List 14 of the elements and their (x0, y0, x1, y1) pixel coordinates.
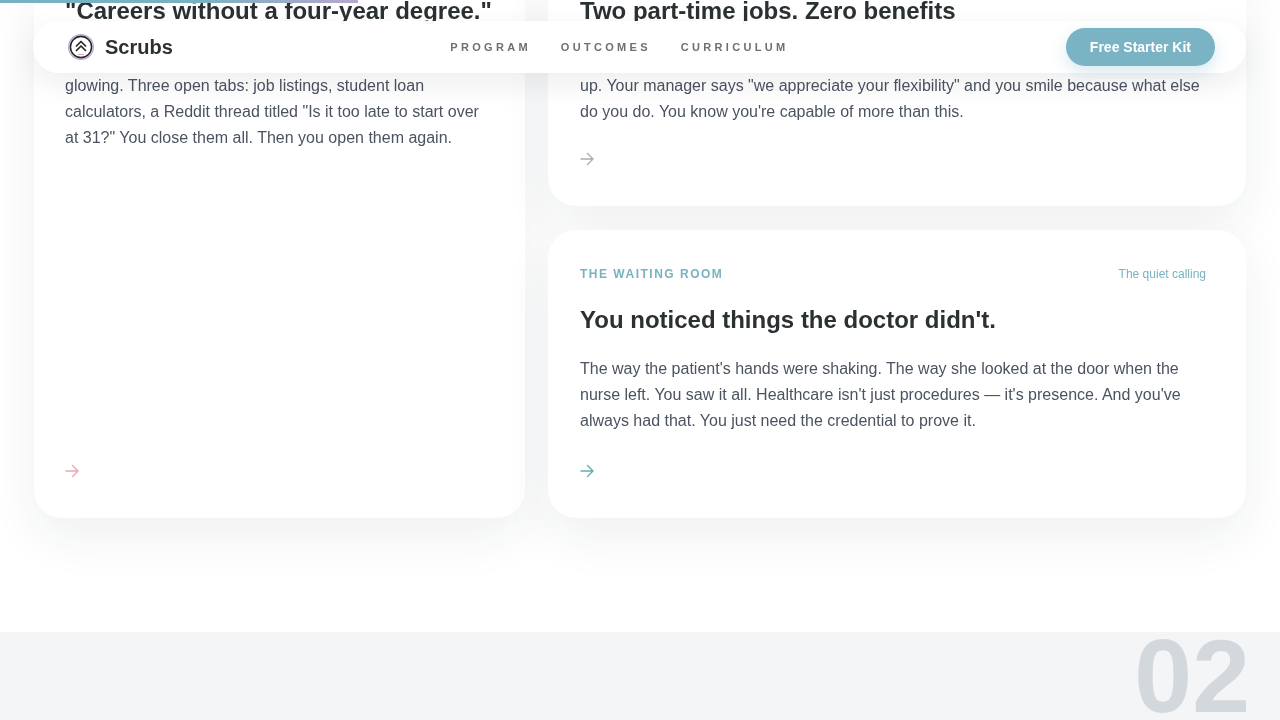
arrow-icon[interactable] (65, 464, 79, 478)
card-text: glowing. Three open tabs: job listings, student loan calculators, a Reddit thread titled "Is it too late to start over at 31?" You close them all. Then you open them again. (65, 76, 480, 148)
arrow-icon[interactable] (580, 152, 594, 166)
card-text: up. Your manager says "we appreciate your flexibility" and you smile because what else do you do. You know you're capable of more than this. (580, 76, 1201, 122)
arrow-icon[interactable] (580, 464, 594, 478)
brand-name[interactable]: Scrubs (105, 35, 173, 59)
nav-link[interactable]: CURRICULUM (680, 41, 789, 53)
card-eyebrow: THE WAITING ROOM (580, 266, 724, 282)
card-caption: The quiet calling (1118, 266, 1206, 282)
card-text: The way the patient's hands were shaking. The way she looked at the door when the nurse left. You saw it all. Healthcare isn't just procedures — it's presence. And you've always had that. You just need the credential to prove it. (580, 359, 1182, 431)
logo-icon[interactable] (68, 34, 94, 60)
card-title: You noticed things the doctor didn't. (580, 305, 997, 335)
nav-link[interactable]: PROGRAM (450, 41, 531, 53)
nav-link[interactable]: OUTCOMES (560, 41, 651, 53)
